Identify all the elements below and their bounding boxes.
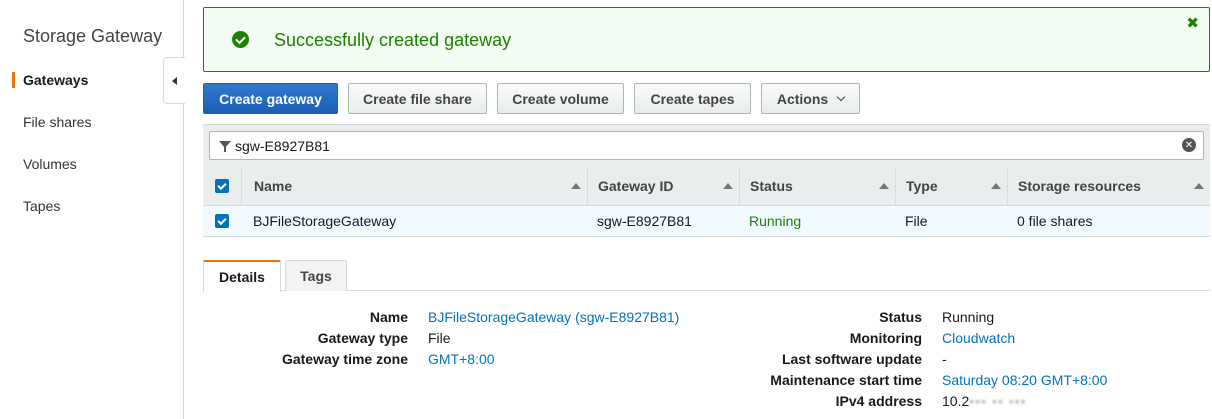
- create-file-share-button[interactable]: Create file share: [348, 83, 487, 114]
- check-circle-icon: [232, 31, 249, 48]
- detail-label-monitoring: Monitoring: [849, 330, 922, 346]
- detail-value-name[interactable]: BJFileStorageGateway (sgw-E8927B81): [428, 309, 679, 325]
- sort-icon: [1194, 183, 1204, 189]
- detail-label-ipv4-address: IPv4 address: [835, 393, 922, 409]
- cell-storage-resources: 0 file shares: [1017, 213, 1093, 229]
- cell-type: File: [905, 213, 928, 229]
- cell-name: BJFileStorageGateway: [253, 213, 397, 229]
- detail-label-status: Status: [879, 309, 922, 325]
- table-header: Name Gateway ID Status Type Storage reso…: [203, 167, 1210, 206]
- detail-value-last-software-update: -: [942, 351, 947, 367]
- success-flash: Successfully created gateway ✖: [203, 7, 1210, 72]
- row-checkbox-cell: [215, 206, 231, 236]
- sort-icon: [571, 183, 581, 189]
- caret-left-icon: [172, 76, 177, 85]
- column-header-gateway-id[interactable]: Gateway ID: [587, 167, 739, 205]
- clear-filter-icon[interactable]: ✕: [1182, 138, 1196, 152]
- sort-icon: [723, 183, 733, 189]
- filter-bar: sgw-E8927B81 ✕: [203, 124, 1210, 167]
- detail-value-ipv4-address: 10.2▪▪▪ ▪▪ ▪▪▪: [942, 393, 1027, 409]
- detail-label-name: Name: [369, 309, 408, 325]
- column-header-storage-resources[interactable]: Storage resources: [1007, 167, 1210, 205]
- sidebar-item-volumes[interactable]: Volumes: [23, 156, 77, 172]
- flash-message: Successfully created gateway: [274, 30, 512, 50]
- select-all-checkbox[interactable]: [215, 179, 229, 193]
- detail-label-gateway-type: Gateway type: [317, 330, 408, 346]
- create-tapes-button[interactable]: Create tapes: [634, 83, 751, 114]
- sidebar-item-file-shares[interactable]: File shares: [23, 114, 91, 130]
- column-header-name[interactable]: Name: [241, 167, 587, 205]
- create-volume-button[interactable]: Create volume: [497, 83, 624, 114]
- chevron-down-icon: [836, 92, 846, 101]
- ipv4-redacted: ▪▪▪ ▪▪ ▪▪▪: [969, 393, 1027, 409]
- row-checkbox[interactable]: [215, 214, 229, 228]
- ipv4-prefix: 10.2: [942, 393, 970, 409]
- column-header-status[interactable]: Status: [739, 167, 895, 205]
- detail-tabs: Details Tags: [203, 259, 1210, 292]
- sort-icon: [879, 183, 889, 189]
- detail-label-time-zone: Gateway time zone: [281, 351, 408, 367]
- sort-icon: [991, 183, 1001, 189]
- sidebar-active-indicator: [12, 72, 15, 88]
- create-gateway-button[interactable]: Create gateway: [203, 83, 338, 114]
- cell-status: Running: [749, 213, 802, 229]
- column-label: Status: [750, 178, 793, 194]
- select-all-checkbox-cell: [215, 167, 231, 205]
- detail-label-maintenance-start-time: Maintenance start time: [770, 372, 922, 388]
- cell-gateway-id: sgw-E8927B81: [597, 213, 692, 229]
- table-row[interactable]: BJFileStorageGateway sgw-E8927B81 Runnin…: [203, 206, 1210, 237]
- detail-value-gateway-type: File: [428, 330, 451, 346]
- detail-value-monitoring[interactable]: Cloudwatch: [942, 330, 1015, 346]
- sidebar-title: Storage Gateway: [23, 26, 163, 46]
- detail-value-status: Running: [942, 309, 995, 325]
- sidebar-collapse-button[interactable]: [163, 57, 185, 104]
- column-label: Gateway ID: [598, 178, 674, 194]
- actions-label: Actions: [776, 90, 829, 107]
- column-label: Type: [906, 178, 938, 194]
- sidebar: Storage Gateway Gateways File shares Vol…: [0, 0, 184, 419]
- close-icon[interactable]: ✖: [1186, 14, 1199, 32]
- filter-value: sgw-E8927B81: [235, 138, 330, 154]
- tab-tags[interactable]: Tags: [285, 260, 347, 291]
- detail-value-maintenance-start-time[interactable]: Saturday 08:20 GMT+8:00: [942, 372, 1107, 388]
- detail-label-last-software-update: Last software update: [781, 351, 922, 367]
- column-header-type[interactable]: Type: [895, 167, 1007, 205]
- tab-details[interactable]: Details: [203, 260, 281, 292]
- filter-icon-stem: [224, 146, 226, 152]
- filter-input[interactable]: sgw-E8927B81 ✕: [209, 131, 1204, 160]
- column-label: Storage resources: [1018, 178, 1141, 194]
- actions-dropdown[interactable]: Actions: [761, 83, 860, 114]
- sidebar-item-gateways[interactable]: Gateways: [23, 72, 88, 88]
- sidebar-item-tapes[interactable]: Tapes: [23, 198, 60, 214]
- column-label: Name: [254, 178, 293, 194]
- detail-value-time-zone[interactable]: GMT+8:00: [428, 351, 495, 367]
